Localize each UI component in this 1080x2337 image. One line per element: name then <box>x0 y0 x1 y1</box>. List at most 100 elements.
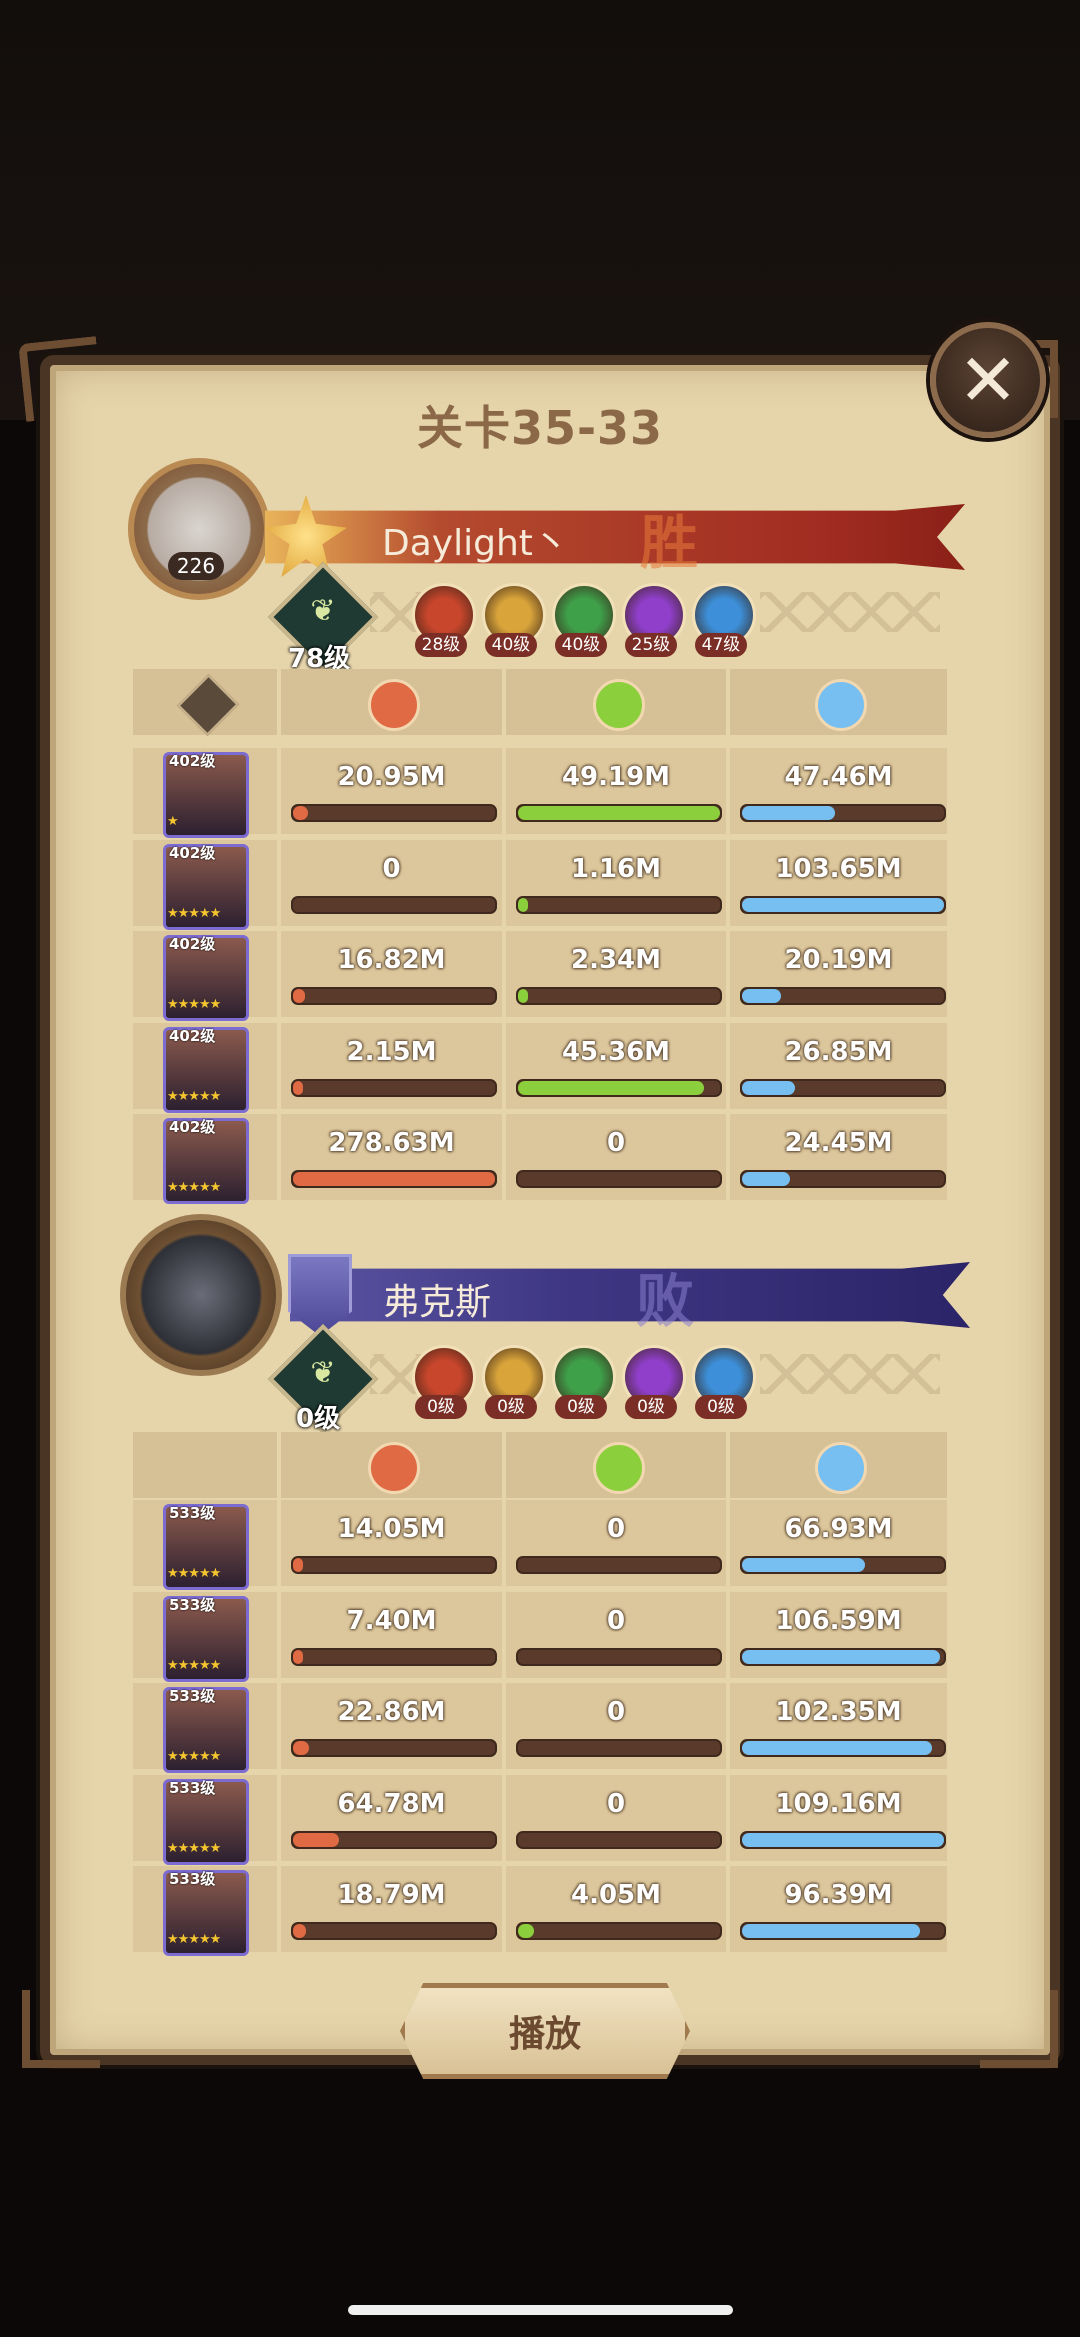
hero-stars: ★★★★★ <box>167 1657 221 1673</box>
player-name: Daylight丶 <box>382 523 569 564</box>
shield-bar <box>740 1922 946 1940</box>
hero-level: 402级 <box>169 1118 216 1136</box>
heal-cell: 0 <box>506 1591 726 1678</box>
shield-bar <box>740 1078 946 1097</box>
heal-cell: 0 <box>506 1114 726 1200</box>
damage-bar <box>291 1922 497 1940</box>
shield-cell: 26.85M <box>730 1022 947 1109</box>
hero-cell: 402级 ★★★★★ <box>133 1022 277 1113</box>
damage-cell: 18.79M <box>281 1866 502 1952</box>
shield-cell: 103.65M <box>730 839 947 926</box>
hero-cell: 533级 ★★★★★ <box>133 1774 277 1865</box>
heal-cell: 0 <box>506 1683 726 1769</box>
damage-icon <box>368 1442 420 1494</box>
damage-bar <box>291 987 497 1005</box>
hero-stats-row: 533级 ★★★★★ 7.40M 0 106.59M <box>133 1591 947 1682</box>
faction-level: 47级 <box>695 633 747 657</box>
shield-value: 103.65M <box>775 853 902 884</box>
header-cell <box>281 669 502 735</box>
damage-bar-fill <box>293 806 309 820</box>
hero-stars: ★★★★★ <box>167 1180 221 1195</box>
home-indicator[interactable] <box>348 2305 733 2315</box>
opponent-avatar[interactable] <box>120 1214 282 1376</box>
hero-stats-row: 533级 ★★★★★ 22.86M 0 102.35M <box>133 1683 947 1773</box>
shield-cell: 66.93M <box>730 1500 947 1586</box>
shield-value: 26.85M <box>784 1036 893 1067</box>
shield-bar-fill <box>742 1080 795 1095</box>
hero-level: 533级 <box>169 1687 216 1705</box>
hero-stats-row: 533级 ★★★★★ 14.05M 0 66.93M <box>133 1500 947 1590</box>
shield-value: 109.16M <box>775 1788 902 1819</box>
shield-cell: 96.39M <box>730 1866 947 1952</box>
heal-bar <box>516 1170 722 1188</box>
faction-level: 0级 <box>625 1395 677 1419</box>
hero-cell: 533级 ★★★★★ <box>133 1591 277 1682</box>
damage-value: 64.78M <box>337 1788 446 1819</box>
heal-cell: 0 <box>506 1500 726 1586</box>
decoration <box>760 1354 940 1394</box>
damage-bar-fill <box>293 989 306 1003</box>
tree-level: 0级 <box>296 1404 341 1434</box>
page-title: 关卡35-33 <box>416 401 664 455</box>
tree-icon: ❦ <box>310 1355 336 1391</box>
shield-bar <box>740 1170 946 1188</box>
shield-bar <box>740 1739 946 1757</box>
heal-bar <box>516 1647 722 1666</box>
heal-bar <box>516 895 722 914</box>
header-cell <box>730 669 947 735</box>
damage-value: 7.40M <box>346 1605 437 1636</box>
hero-level: 402级 <box>169 935 216 953</box>
heal-cell: 0 <box>506 1774 726 1861</box>
shield-value: 20.19M <box>784 945 893 975</box>
hero-stats-row: 402级 ★★★★★ 16.82M 2.34M 20.19M <box>133 931 947 1021</box>
hero-cell: 402级 ★ <box>133 748 277 838</box>
hero-stats-row: 533级 ★★★★★ 64.78M 0 109.16M <box>133 1774 947 1865</box>
shield-bar <box>740 804 946 822</box>
heal-value: 0 <box>606 1788 626 1819</box>
damage-cell: 14.05M <box>281 1500 502 1586</box>
heal-cell: 45.36M <box>506 1022 726 1109</box>
hero-stars: ★★★★★ <box>167 1088 221 1104</box>
play-button[interactable]: 播放 <box>400 1983 690 2079</box>
heal-value: 0 <box>606 1697 626 1727</box>
damage-bar <box>291 1647 497 1666</box>
damage-bar <box>291 1170 497 1188</box>
tree-icon: ❦ <box>310 593 336 629</box>
shield-value: 96.39M <box>784 1880 893 1910</box>
heal-cell: 1.16M <box>506 839 726 926</box>
hero-stars: ★★★★★ <box>167 1749 221 1764</box>
shield-cell: 24.45M <box>730 1114 947 1200</box>
damage-cell: 2.15M <box>281 1022 502 1109</box>
heal-value: 2.34M <box>570 945 662 975</box>
winner-banner <box>265 504 965 570</box>
shield-bar-fill <box>742 1924 920 1938</box>
hero-stars: ★★★★★ <box>167 997 221 1012</box>
hero-level: 402级 <box>169 843 216 862</box>
heal-value: 4.05M <box>570 1880 662 1910</box>
header-cell <box>133 669 277 737</box>
shield-bar <box>740 1830 946 1849</box>
hero-level: 533级 <box>169 1504 216 1522</box>
shield-bar <box>740 1647 946 1666</box>
frame-corner <box>980 1990 1058 2068</box>
shield-value: 47.46M <box>784 762 893 792</box>
damage-cell: 20.95M <box>281 748 502 834</box>
heal-cell: 49.19M <box>506 748 726 834</box>
faction-level: 25级 <box>625 633 677 657</box>
header-cell <box>133 1432 277 1498</box>
shield-bar-fill <box>742 897 944 912</box>
shield-cell: 47.46M <box>730 748 947 834</box>
close-button[interactable]: ✕ <box>930 322 1046 438</box>
heal-bar <box>516 1078 722 1097</box>
damage-bar-fill <box>293 1832 340 1847</box>
damage-bar <box>291 804 497 822</box>
log-icon <box>176 673 240 737</box>
close-icon: ✕ <box>957 338 1019 422</box>
shield-bar-fill <box>742 1172 790 1186</box>
heal-value: 0 <box>606 1128 626 1158</box>
damage-bar <box>291 1739 497 1757</box>
hero-stars: ★ <box>167 814 179 829</box>
damage-bar <box>291 1078 497 1097</box>
damage-bar-fill <box>293 1741 310 1755</box>
damage-bar-fill <box>293 1924 307 1938</box>
